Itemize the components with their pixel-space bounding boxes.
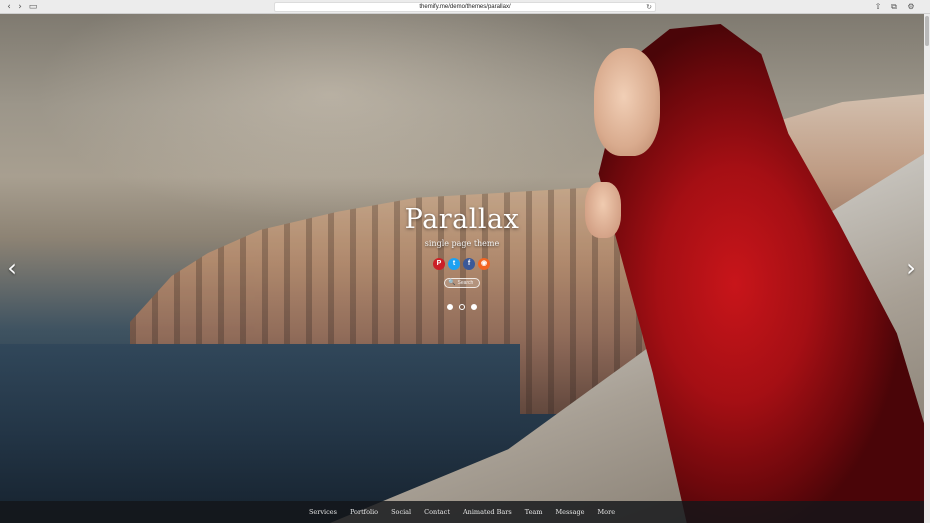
pinterest-icon[interactable]: P: [433, 258, 445, 270]
nav-item-message[interactable]: Message: [555, 508, 584, 516]
page-scrollbar[interactable]: [924, 14, 930, 523]
forward-icon[interactable]: ›: [14, 1, 26, 13]
sidebar-icon[interactable]: ▭: [27, 1, 39, 13]
search-input[interactable]: [457, 280, 484, 286]
nav-item-contact[interactable]: Contact: [424, 508, 450, 516]
browser-toolbar: ‹ › ▭ themify.me/demo/themes/parallax/ ↻…: [0, 0, 930, 14]
nav-item-more[interactable]: More: [598, 508, 616, 516]
slider-dot-2[interactable]: [459, 304, 465, 310]
social-links: Pt f ◉: [433, 258, 490, 270]
site-title[interactable]: Parallax: [312, 204, 612, 235]
main-navigation: Services Portfolio Social Contact Animated B…: [0, 501, 924, 523]
nav-item-services[interactable]: Services: [309, 508, 337, 516]
tabs-icon[interactable]: ⧉: [888, 1, 900, 13]
hero-background-face: [594, 48, 660, 156]
slider-prev-arrow-icon[interactable]: ‹: [4, 254, 20, 282]
nav-item-portfolio[interactable]: Portfolio: [350, 508, 378, 516]
url-text: themify.me/demo/themes/parallax/: [419, 4, 511, 10]
slider-next-arrow-icon[interactable]: ›: [903, 254, 919, 282]
rss-icon[interactable]: ◉: [478, 258, 490, 270]
nav-item-team[interactable]: Team: [525, 508, 543, 516]
address-bar[interactable]: themify.me/demo/themes/parallax/ ↻: [274, 2, 656, 12]
nav-item-animated-bars[interactable]: Animated Bars: [463, 508, 512, 516]
slider-dot-3[interactable]: [471, 304, 477, 310]
nav-item-social[interactable]: Social: [391, 508, 411, 516]
facebook-icon[interactable]: f: [463, 258, 475, 270]
scrollbar-thumb[interactable]: [925, 16, 929, 46]
reload-icon[interactable]: ↻: [646, 3, 652, 12]
share-icon[interactable]: ⇧: [872, 1, 884, 13]
site-tagline: single page theme: [424, 239, 500, 248]
settings-icon[interactable]: ⚙: [905, 1, 917, 13]
search-form: 🔍: [444, 278, 484, 288]
hero-section: Parallax single page theme Ptf◉ 🔍 ‹ ›: [0, 14, 924, 523]
slider-pagination: [447, 304, 477, 310]
slider-dot-1[interactable]: [447, 304, 453, 310]
twitter-icon[interactable]: t: [448, 258, 460, 270]
search-icon[interactable]: 🔍: [448, 279, 455, 287]
